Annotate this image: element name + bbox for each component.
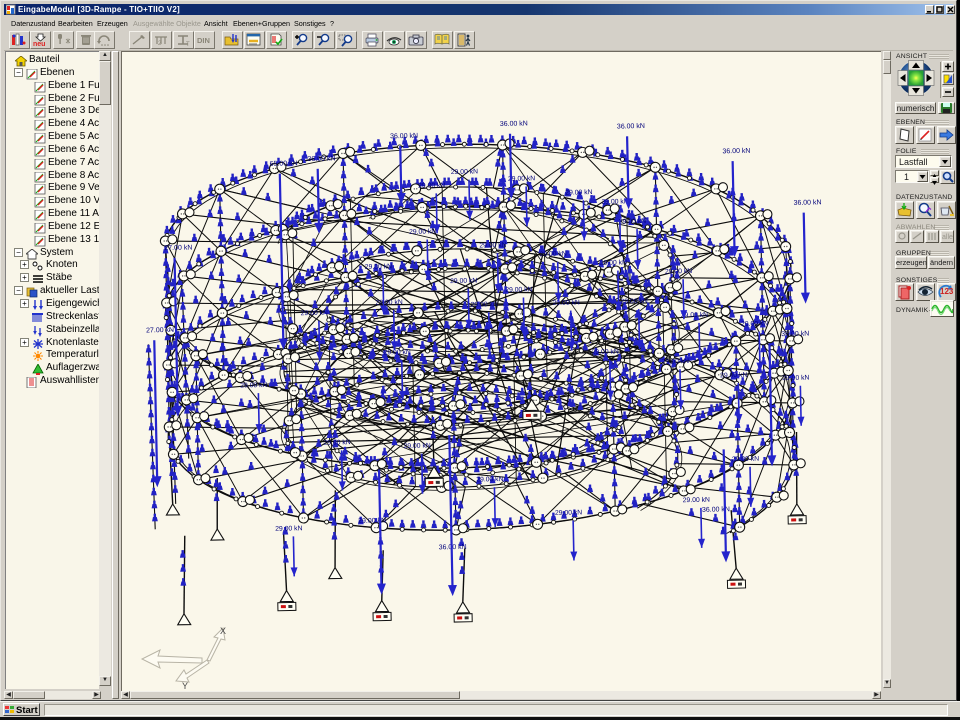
svg-text:29.00 kN: 29.00 kN (620, 298, 647, 306)
svg-text:29.00 kN: 29.00 kN (600, 259, 627, 267)
svg-text:29.00 kN: 29.00 kN (384, 349, 411, 357)
svg-text:29.00 kN: 29.00 kN (476, 476, 503, 484)
svg-text:29.00 kN: 29.00 kN (275, 525, 302, 533)
svg-text:alle: alle (942, 234, 953, 241)
svg-text:29.00 kN: 29.00 kN (240, 382, 267, 390)
svg-text:29.00 kN: 29.00 kN (301, 310, 328, 318)
svg-text:X: X (220, 626, 226, 636)
svg-text:29.00 kN: 29.00 kN (539, 251, 566, 259)
svg-text:29.00 kN: 29.00 kN (741, 320, 768, 328)
svg-text:29.00 kN: 29.00 kN (565, 189, 592, 197)
svg-text:29.00 kN: 29.00 kN (782, 375, 809, 383)
svg-text:29.00 kN: 29.00 kN (683, 497, 710, 505)
svg-text:36.00 kN: 36.00 kN (307, 155, 335, 163)
svg-text:29.00 kN: 29.00 kN (479, 242, 506, 250)
svg-text:27.00 kN: 27.00 kN (146, 327, 174, 335)
svg-text:29.00 kN: 29.00 kN (403, 443, 430, 451)
svg-text:29.00 kN: 29.00 kN (450, 277, 477, 285)
svg-text:DIN: DIN (197, 36, 210, 45)
svg-text:29.00 kN: 29.00 kN (592, 349, 619, 357)
svg-text:36.00 kN: 36.00 kN (617, 123, 645, 131)
svg-text:36.00 kN: 36.00 kN (500, 120, 528, 128)
svg-text:T: T (186, 42, 190, 47)
svg-text:36.00 kN: 36.00 kN (722, 148, 750, 156)
svg-text:123: 123 (940, 287, 954, 296)
svg-text:29.00 kN: 29.00 kN (665, 268, 692, 276)
svg-text:29.00 kN: 29.00 kN (365, 263, 392, 271)
svg-text:Y: Y (182, 681, 188, 691)
svg-text:27.00 kN: 27.00 kN (164, 244, 192, 252)
svg-text:29.00 kN: 29.00 kN (375, 299, 402, 307)
svg-text:29.00 kN: 29.00 kN (505, 286, 532, 294)
svg-text:36.00 kN: 36.00 kN (390, 133, 418, 141)
svg-text:29.00 kN: 29.00 kN (619, 218, 646, 226)
svg-text:29.00 kN: 29.00 kN (323, 439, 350, 447)
svg-text:29.00 kN: 29.00 kN (662, 358, 689, 366)
svg-text:36.00 kN: 36.00 kN (793, 199, 821, 207)
svg-text:29.00 kN: 29.00 kN (553, 299, 580, 307)
svg-text:neu: neu (33, 41, 45, 47)
svg-text:29.00 kN: 29.00 kN (358, 517, 386, 525)
svg-text:29.00 kN: 29.00 kN (555, 509, 582, 517)
svg-text:65.00 kN: 65.00 kN (270, 160, 298, 168)
svg-text:36.00 kN: 36.00 kN (781, 331, 809, 339)
svg-text:29.00 kN: 29.00 kN (451, 168, 478, 176)
svg-text:29.00 kN: 29.00 kN (409, 228, 436, 236)
svg-text:29.00 kN: 29.00 kN (720, 372, 747, 380)
svg-text:29.00 kN: 29.00 kN (471, 301, 498, 309)
svg-text:29.00 kN: 29.00 kN (732, 456, 759, 464)
svg-text:29.00 kN: 29.00 kN (418, 182, 445, 190)
